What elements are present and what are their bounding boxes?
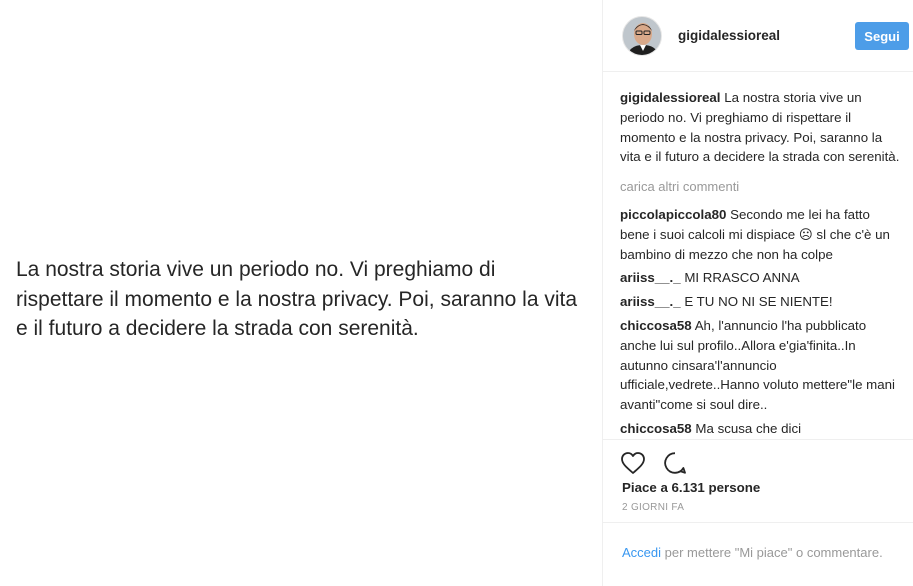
caption-username[interactable]: gigidalessioreal xyxy=(620,90,721,105)
comment-item: chiccosa58 Ah, l'annuncio l'ha pubblicat… xyxy=(620,316,900,415)
instagram-post: La nostra storia vive un periodo no. Vi … xyxy=(0,0,913,586)
header-username[interactable]: gigidalessioreal xyxy=(678,28,780,43)
comment-item: ariiss__._ E TU NO NI SE NIENTE! xyxy=(620,292,900,312)
comment-username[interactable]: chiccosa58 xyxy=(620,421,692,436)
post-header: gigidalessioreal Segui xyxy=(603,0,913,72)
comment-text: MI RRASCO ANNA xyxy=(684,270,800,286)
comment-bubble-icon[interactable] xyxy=(661,449,689,477)
avatar-photo-icon xyxy=(623,16,661,55)
comment-item: piccolapiccola80 Secondo me lei ha fatto… xyxy=(620,205,900,264)
post-side-panel: gigidalessioreal Segui gigidalessioreal … xyxy=(603,0,913,586)
comment-username[interactable]: ariiss__._ xyxy=(620,294,681,309)
follow-button[interactable]: Segui xyxy=(855,22,909,50)
post-actions xyxy=(603,440,913,476)
load-more-comments-link[interactable]: carica altri commenti xyxy=(620,177,913,197)
post-image[interactable]: La nostra storia vive un periodo no. Vi … xyxy=(0,0,603,586)
caption: gigidalessioreal La nostra storia vive u… xyxy=(620,88,900,167)
comment-username[interactable]: ariiss__._ xyxy=(620,270,681,285)
comment-text: E TU NO NI SE NIENTE! xyxy=(684,294,833,310)
login-link[interactable]: Accedi xyxy=(622,545,661,560)
avatar[interactable] xyxy=(622,15,662,56)
comment-item: ariiss__._ MI RRASCO ANNA xyxy=(620,268,900,288)
post-timestamp[interactable]: 2 GIORNI FA xyxy=(603,502,913,513)
comments-list[interactable]: gigidalessioreal La nostra storia vive u… xyxy=(603,72,913,440)
post-image-text: La nostra storia vive un periodo no. Vi … xyxy=(16,258,578,340)
heart-icon[interactable] xyxy=(619,449,647,477)
comment-username[interactable]: piccolapiccola80 xyxy=(620,207,726,222)
comment-username[interactable]: chiccosa58 xyxy=(620,318,692,333)
likes-count[interactable]: Piace a 6.131 persone xyxy=(603,480,913,495)
login-prompt: Accedi per mettere "Mi piace" o commenta… xyxy=(603,522,913,562)
comment-item: chiccosa58 Ma scusa che dici @giorgioric… xyxy=(620,419,900,439)
login-prompt-text: per mettere "Mi piace" o commentare. xyxy=(661,545,883,560)
